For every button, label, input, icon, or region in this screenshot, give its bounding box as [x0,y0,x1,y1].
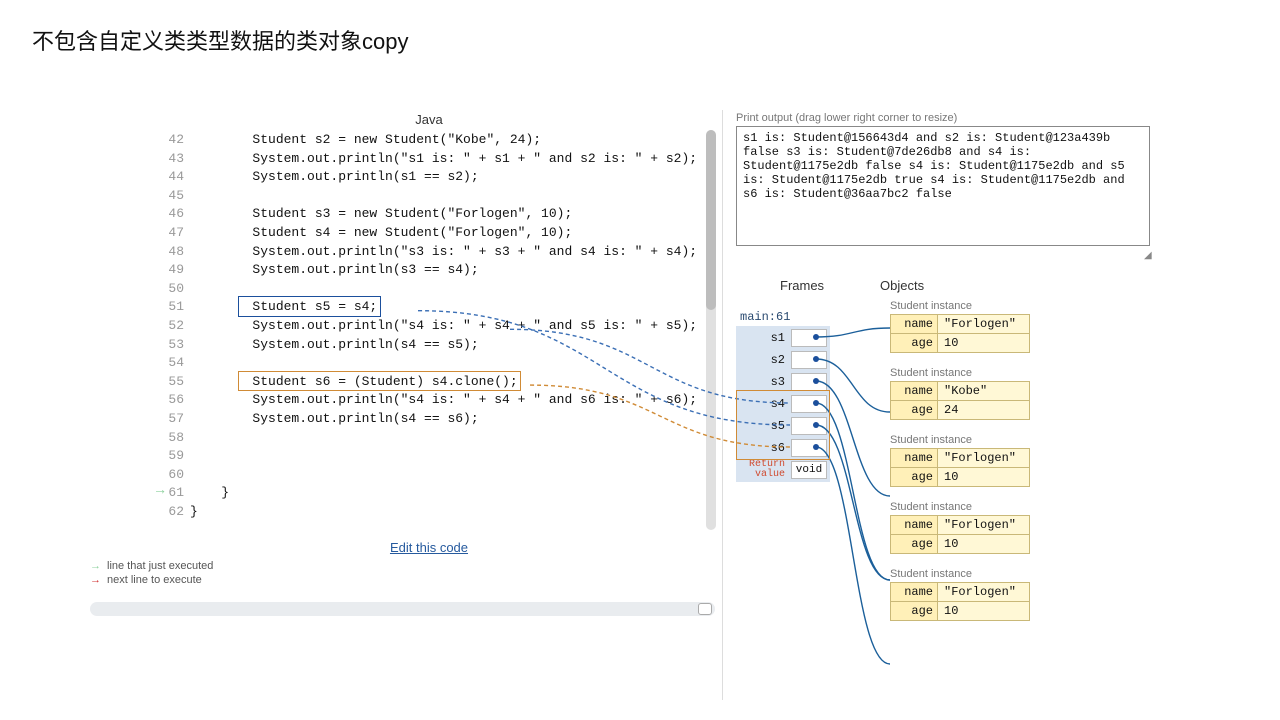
execution-slider[interactable] [90,602,715,616]
pointer-dot [813,400,819,406]
arrow-red-icon [90,574,101,586]
arrow-green-icon [90,560,101,572]
code-panel: Java 42434445464748495051525354555657585… [144,112,714,521]
frames-header: Frames [780,278,824,293]
pointer-dot [813,422,819,428]
output-label: Print output (drag lower right corner to… [736,112,957,124]
slide: 不包含自定义类类型数据的类对象copy Java 424344454647484… [0,0,1280,720]
object-instance: Student instancename"Forlogen"age10 [890,501,1030,554]
object-instance: Student instancename"Forlogen"age10 [890,300,1030,353]
code-area: Student s2 = new Student("Kobe", 24); Sy… [190,131,697,521]
code-language: Java [144,112,714,127]
objects-header: Objects [880,278,924,293]
object-instance: Student instancename"Forlogen"age10 [890,568,1030,621]
legend-next-line: next line to execute [107,574,202,586]
edit-code-link[interactable]: Edit this code [390,540,468,555]
object-instance: Student instancename"Kobe"age24 [890,367,1030,420]
output-box[interactable]: s1 is: Student@156643d4 and s2 is: Stude… [736,126,1150,246]
frame-title: main:61 [740,310,790,324]
code-text: Student s2 = new Student("Kobe", 24); Sy… [190,131,697,521]
code-scrollbar-thumb[interactable] [706,130,716,310]
panel-divider [722,110,723,700]
code-scrollbar[interactable] [706,130,716,530]
pointer-dot [813,334,819,340]
slide-title: 不包含自定义类类型数据的类对象copy [32,24,408,56]
edit-code-link-wrap: Edit this code [144,540,714,555]
legend: line that just executed next line to exe… [90,560,213,588]
arrow-just-executed-icon: → [156,482,164,501]
objects-panel: Student instancename"Forlogen"age10 Stude… [890,300,1030,635]
line-number-gutter: 4243444546474849505152535455565758596061… [144,131,190,521]
resize-grip-icon[interactable]: ◢ [1144,250,1156,262]
pointer-dot [813,378,819,384]
legend-just-executed: line that just executed [107,560,213,572]
pointer-dot [813,444,819,450]
object-instance: Student instancename"Forlogen"age10 [890,434,1030,487]
pointer-dot [813,356,819,362]
execution-slider-thumb[interactable] [698,603,712,615]
